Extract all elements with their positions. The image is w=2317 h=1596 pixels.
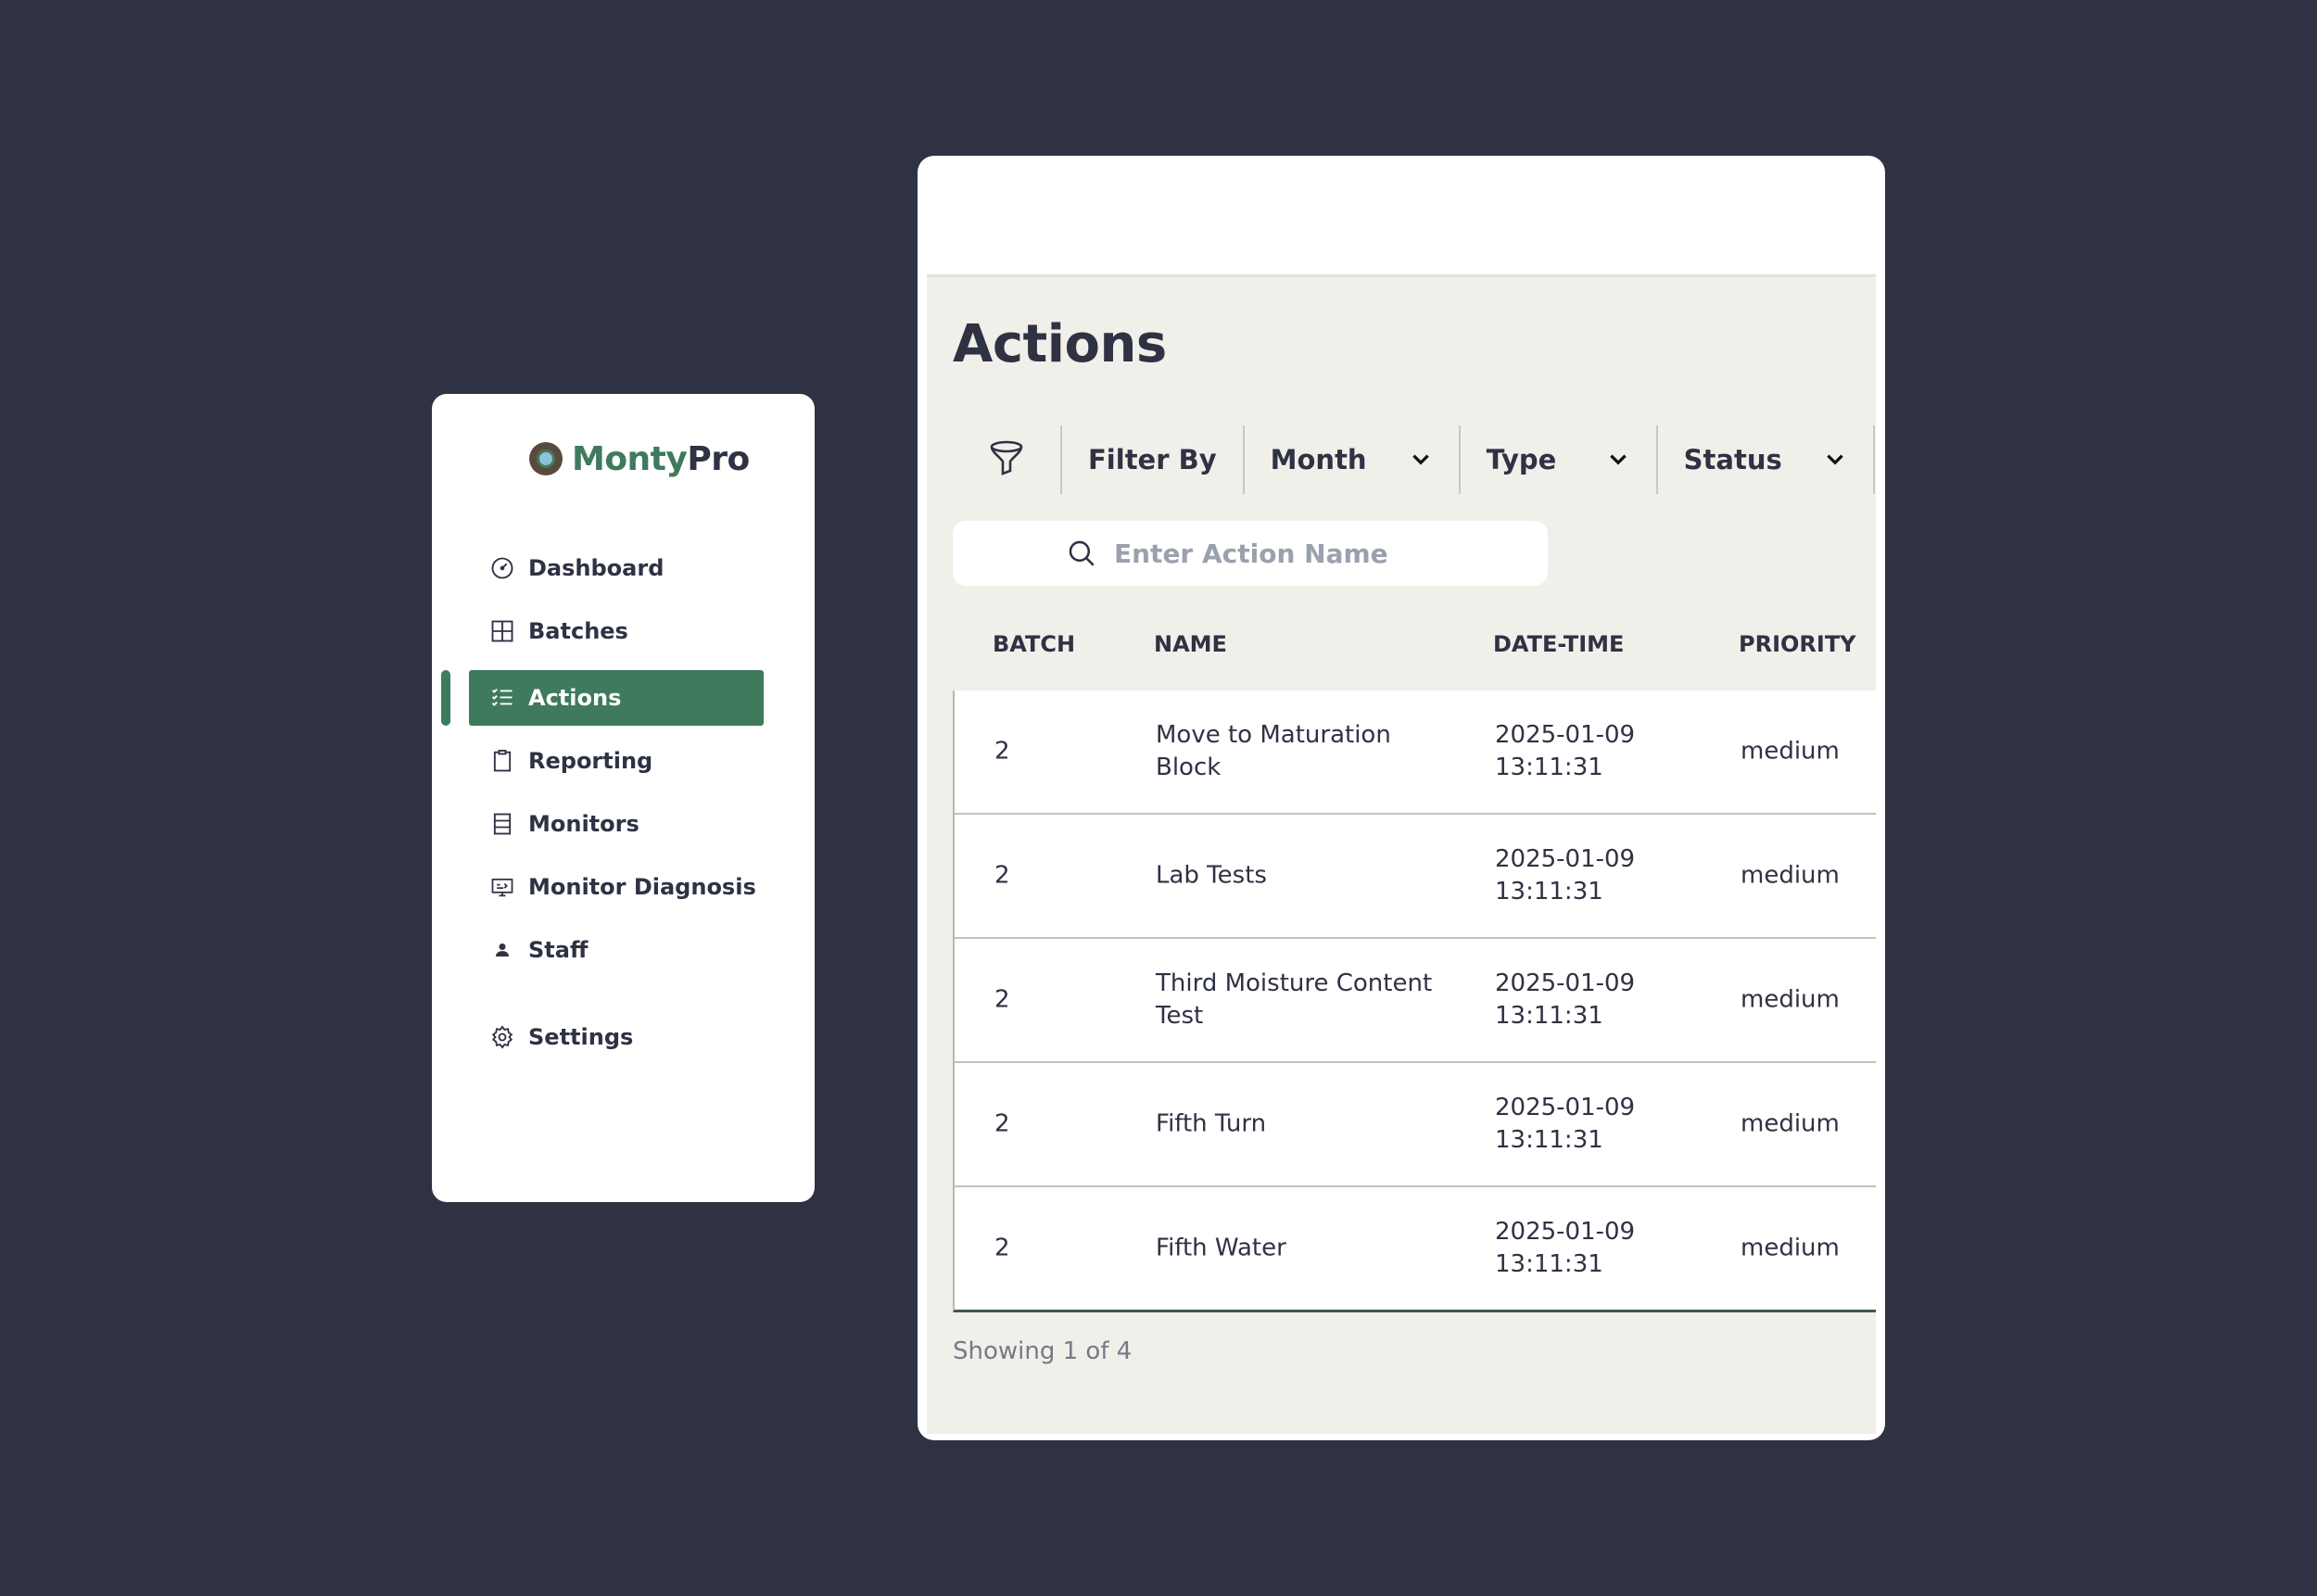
cell-name: Fifth Turn [1156, 1109, 1267, 1138]
sidebar-item-batches[interactable]: Batches [469, 603, 764, 659]
gear-icon [491, 1025, 513, 1049]
sidebar-item-actions[interactable]: Actions [469, 670, 764, 726]
sidebar-item-label: Settings [528, 1024, 634, 1050]
table-row[interactable]: 2 Move to Maturation Block 2025-01-09 13… [955, 690, 1876, 815]
clipboard-icon [493, 749, 512, 772]
sidebar-item-label: Reporting [528, 748, 653, 774]
month-dropdown-label: Month [1270, 444, 1367, 475]
brand-name: MontyPro [572, 440, 750, 478]
filter-bar: Filter By Month Type Status [953, 425, 1875, 494]
cell-name: Move to Maturation Block [1156, 721, 1391, 781]
cell-date-time: 2025-01-09 13:11:31 [1495, 1094, 1636, 1154]
brand-name-part1: Monty [572, 439, 688, 478]
main-panel: Actions Filter By Month Type Status Ente… [918, 156, 1885, 1440]
column-header-priority[interactable]: PRIORITY [1739, 631, 1856, 657]
cell-batch: 2 [994, 985, 1010, 1014]
cell-priority: medium [1741, 737, 1840, 766]
sidebar: MontyPro Dashboard Batches Actions Repor… [432, 394, 815, 1202]
actions-table: 2 Move to Maturation Block 2025-01-09 13… [953, 690, 1876, 1312]
logo-mark-icon [529, 442, 563, 475]
column-header-name[interactable]: NAME [1154, 631, 1227, 657]
cell-date-time: 2025-01-09 13:11:31 [1495, 1218, 1636, 1278]
active-indicator [441, 670, 450, 726]
chevron-down-icon [1412, 454, 1429, 465]
page-title: Actions [953, 314, 1167, 374]
table-row[interactable]: 2 Lab Tests 2025-01-09 13:11:31 medium [955, 815, 1876, 939]
table-row[interactable]: 2 Fifth Water 2025-01-09 13:11:31 medium [955, 1187, 1876, 1310]
cell-batch: 2 [994, 737, 1010, 766]
pagination-status: Showing 1 of 4 [953, 1337, 1133, 1365]
cell-date-time: 2025-01-09 13:11:31 [1495, 721, 1636, 781]
cell-priority: medium [1741, 861, 1840, 890]
person-icon [496, 944, 509, 956]
filter-by-label: Filter By [1062, 425, 1245, 494]
screen-icon [491, 878, 513, 897]
chevron-down-icon [1826, 454, 1843, 465]
sidebar-item-label: Batches [528, 618, 628, 644]
cell-date-time: 2025-01-09 13:11:31 [1495, 969, 1636, 1030]
dashboard-icon [491, 557, 513, 579]
cell-batch: 2 [994, 1109, 1010, 1138]
month-dropdown[interactable]: Month [1245, 425, 1461, 494]
table-row[interactable]: 2 Fifth Turn 2025-01-09 13:11:31 medium [955, 1063, 1876, 1187]
cell-batch: 2 [994, 861, 1010, 890]
cell-date-time: 2025-01-09 13:11:31 [1495, 845, 1636, 906]
status-dropdown[interactable]: Status [1658, 425, 1875, 494]
column-header-batch[interactable]: BATCH [993, 631, 1075, 657]
checklist-icon [491, 689, 513, 706]
search-input[interactable] [1112, 537, 1524, 570]
cell-batch: 2 [994, 1234, 1010, 1262]
sidebar-item-reporting[interactable]: Reporting [469, 733, 764, 789]
cell-name: Fifth Water [1156, 1234, 1286, 1262]
sidebar-item-monitors[interactable]: Monitors [469, 796, 764, 852]
sidebar-item-monitor-diagnosis[interactable]: Monitor Diagnosis [469, 859, 764, 915]
sidebar-item-label: Monitor Diagnosis [528, 874, 756, 900]
table-row[interactable]: 2 Third Moisture Content Test 2025-01-09… [955, 939, 1876, 1063]
filter-funnel-icon [990, 440, 1023, 475]
brand-logo[interactable]: MontyPro [529, 436, 750, 482]
sidebar-item-label: Monitors [528, 811, 639, 837]
cell-name: Lab Tests [1156, 861, 1267, 890]
sidebar-item-label: Actions [528, 685, 622, 711]
sidebar-item-label: Dashboard [528, 555, 665, 581]
brand-name-part2: Pro [687, 439, 750, 478]
cell-priority: medium [1741, 1234, 1840, 1262]
sidebar-item-staff[interactable]: Staff [469, 922, 764, 978]
cell-priority: medium [1741, 1109, 1840, 1138]
search-icon [1069, 540, 1095, 566]
cell-priority: medium [1741, 985, 1840, 1014]
monitors-icon [493, 813, 512, 835]
column-header-date-time[interactable]: DATE-TIME [1493, 631, 1624, 657]
table-header: BATCH NAME DATE-TIME PRIORITY [953, 620, 1876, 672]
cell-name: Third Moisture Content Test [1156, 969, 1433, 1030]
chevron-down-icon [1609, 454, 1627, 465]
content-area: Actions Filter By Month Type Status Ente… [927, 274, 1876, 1434]
grid-icon [491, 620, 513, 642]
filter-icon-segment[interactable] [953, 425, 1062, 494]
sidebar-item-settings[interactable]: Settings [469, 1009, 764, 1065]
type-dropdown[interactable]: Type [1461, 425, 1658, 494]
sidebar-item-dashboard[interactable]: Dashboard [469, 540, 764, 596]
sidebar-item-label: Staff [528, 937, 589, 963]
type-dropdown-label: Type [1486, 444, 1557, 475]
status-dropdown-label: Status [1683, 444, 1782, 475]
search-box [953, 521, 1548, 586]
